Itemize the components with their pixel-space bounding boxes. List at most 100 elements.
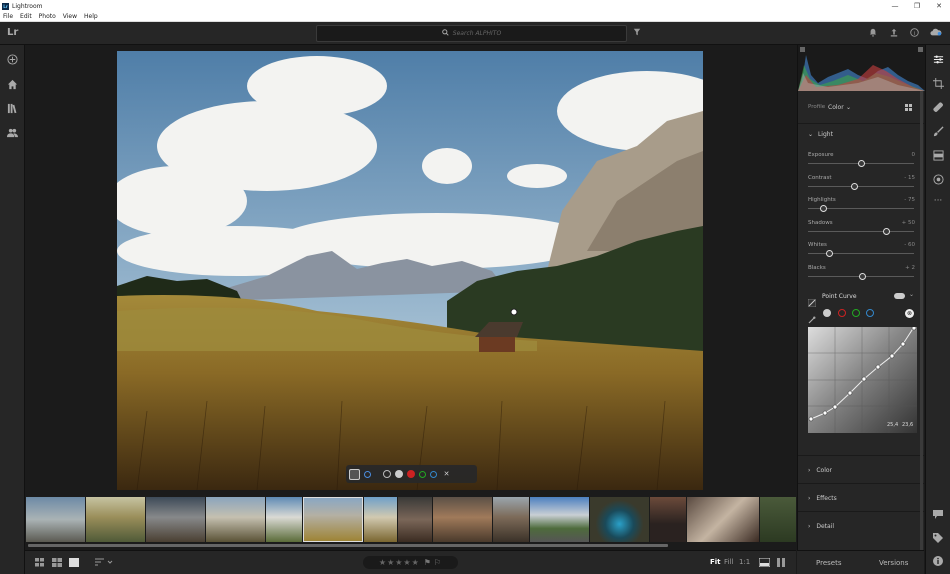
thumbnail[interactable] [530, 497, 589, 542]
slider-knob-highlights[interactable] [819, 205, 827, 212]
flag-icon[interactable]: ⚑ [424, 558, 432, 567]
slider-value-highlights[interactable]: - 75 [904, 197, 915, 203]
slider-value-whites[interactable]: - 60 [904, 242, 915, 248]
help-icon[interactable]: i [910, 28, 919, 39]
slider-track-highlights[interactable] [808, 205, 914, 212]
channel-blue-button[interactable] [866, 309, 874, 317]
thumbnail[interactable] [398, 497, 432, 542]
slider-value-exposure[interactable]: 0 [912, 152, 916, 158]
linear-gradient-icon[interactable] [932, 150, 944, 162]
slider-value-contrast[interactable]: - 15 [904, 175, 915, 181]
brush-icon[interactable] [932, 126, 944, 138]
detail-view-icon[interactable] [69, 558, 79, 569]
home-icon[interactable] [6, 79, 18, 91]
slider-value-blacks[interactable]: + 2 [905, 265, 915, 271]
reject-flag-icon[interactable]: ⚐ [434, 558, 442, 567]
more-options-icon[interactable]: ··· [932, 195, 944, 207]
zoom-fit-button[interactable]: Fit [710, 558, 721, 566]
panel-scrollbar[interactable] [920, 91, 923, 551]
chevron-down-icon[interactable]: ⌄ [846, 104, 851, 111]
thumbnail[interactable] [86, 497, 145, 542]
compare-icon[interactable] [758, 557, 771, 569]
zoom-1to1-button[interactable]: 1:1 [739, 558, 750, 566]
curve-toggle[interactable] [894, 293, 905, 299]
info-icon[interactable] [932, 556, 944, 568]
channel-blue-button[interactable] [430, 470, 437, 478]
slider-knob-contrast[interactable] [850, 182, 858, 190]
light-section-header[interactable]: ⌄ Light [808, 131, 833, 138]
close-button[interactable]: ✕ [928, 0, 950, 12]
thumbnail[interactable] [760, 497, 796, 542]
square-grid-icon[interactable] [52, 558, 62, 569]
thumbnail[interactable] [590, 497, 649, 542]
thumbnail[interactable] [433, 497, 492, 542]
slider-knob-blacks[interactable] [859, 272, 867, 280]
profile-dropdown[interactable]: Color [828, 104, 844, 111]
effects-section-header[interactable]: › Effects [808, 495, 837, 502]
add-photos-icon[interactable] [6, 54, 18, 66]
channel-white-button[interactable] [823, 309, 831, 317]
thumbnail[interactable] [364, 497, 397, 542]
slider-knob-shadows[interactable] [883, 227, 891, 235]
slider-track-blacks[interactable] [808, 272, 914, 280]
detail-section-header[interactable]: › Detail [808, 523, 834, 530]
edit-sliders-icon[interactable] [932, 54, 944, 66]
menu-view[interactable]: View [63, 13, 77, 20]
thumbnail[interactable] [650, 497, 686, 542]
crop-icon[interactable] [932, 78, 944, 90]
curve-tool-icon[interactable] [349, 468, 360, 480]
main-photo[interactable] [117, 51, 703, 490]
people-icon[interactable] [6, 127, 18, 139]
slider-knob-exposure[interactable] [858, 160, 865, 167]
slider-track-whites[interactable] [808, 250, 914, 257]
slider-track-exposure[interactable] [808, 160, 914, 167]
star-rating[interactable]: ★★★★★ ⚑ ⚐ [363, 556, 458, 569]
menu-help[interactable]: Help [84, 13, 98, 20]
menu-edit[interactable]: Edit [20, 13, 32, 20]
upload-icon[interactable] [890, 28, 898, 39]
rgb-target-icon[interactable] [364, 470, 371, 478]
channel-green-button[interactable] [852, 309, 860, 317]
channel-red-button[interactable] [407, 470, 415, 478]
slider-track-contrast[interactable] [808, 182, 914, 190]
sort-icon[interactable] [95, 558, 113, 569]
cloud-sync-icon[interactable] [930, 27, 942, 39]
comment-icon[interactable] [932, 510, 944, 522]
thumbnail[interactable] [493, 497, 529, 542]
eyedropper-icon[interactable] [383, 470, 391, 478]
slider-knob-whites[interactable] [826, 250, 834, 257]
grid-view-icon[interactable] [35, 558, 45, 569]
thumbnail-selected[interactable] [303, 497, 363, 542]
channel-white-button[interactable] [395, 470, 403, 478]
menu-file[interactable]: File [3, 13, 13, 20]
versions-tab[interactable]: Versions [879, 559, 908, 567]
tone-curve-graph[interactable]: 25,4 23,6 [808, 325, 917, 433]
maximize-button[interactable]: ❐ [906, 0, 928, 12]
minimize-button[interactable]: — [884, 0, 906, 12]
zoom-fill-button[interactable]: Fill [724, 558, 733, 566]
filmstrip-scrollbar[interactable] [28, 544, 668, 547]
radial-gradient-icon[interactable] [932, 174, 944, 186]
library-icon[interactable] [6, 103, 18, 115]
channel-red-button[interactable] [838, 309, 846, 317]
thumbnail[interactable] [146, 497, 205, 542]
tag-icon[interactable] [932, 533, 944, 545]
menu-photo[interactable]: Photo [39, 13, 56, 20]
filter-icon[interactable] [633, 28, 641, 38]
reset-curve-icon[interactable]: ⊗ [905, 309, 914, 318]
search-input[interactable]: Search ALPHITO [316, 25, 627, 42]
presets-tab[interactable]: Presets [816, 559, 841, 567]
profile-browser-icon[interactable] [905, 104, 912, 113]
slider-value-shadows[interactable]: + 50 [902, 220, 915, 226]
close-curve-icon[interactable]: ✕ [441, 469, 452, 480]
chevron-down-icon[interactable]: ⌄ [909, 291, 914, 298]
thumbnail[interactable] [206, 497, 265, 542]
healing-icon[interactable] [932, 102, 944, 114]
bell-icon[interactable] [869, 28, 877, 39]
slider-track-shadows[interactable] [808, 227, 914, 235]
channel-green-button[interactable] [419, 470, 426, 478]
thumbnail[interactable] [266, 497, 302, 542]
color-section-header[interactable]: › Color [808, 467, 832, 474]
thumbnail[interactable] [26, 497, 85, 542]
before-after-icon[interactable] [777, 558, 785, 569]
